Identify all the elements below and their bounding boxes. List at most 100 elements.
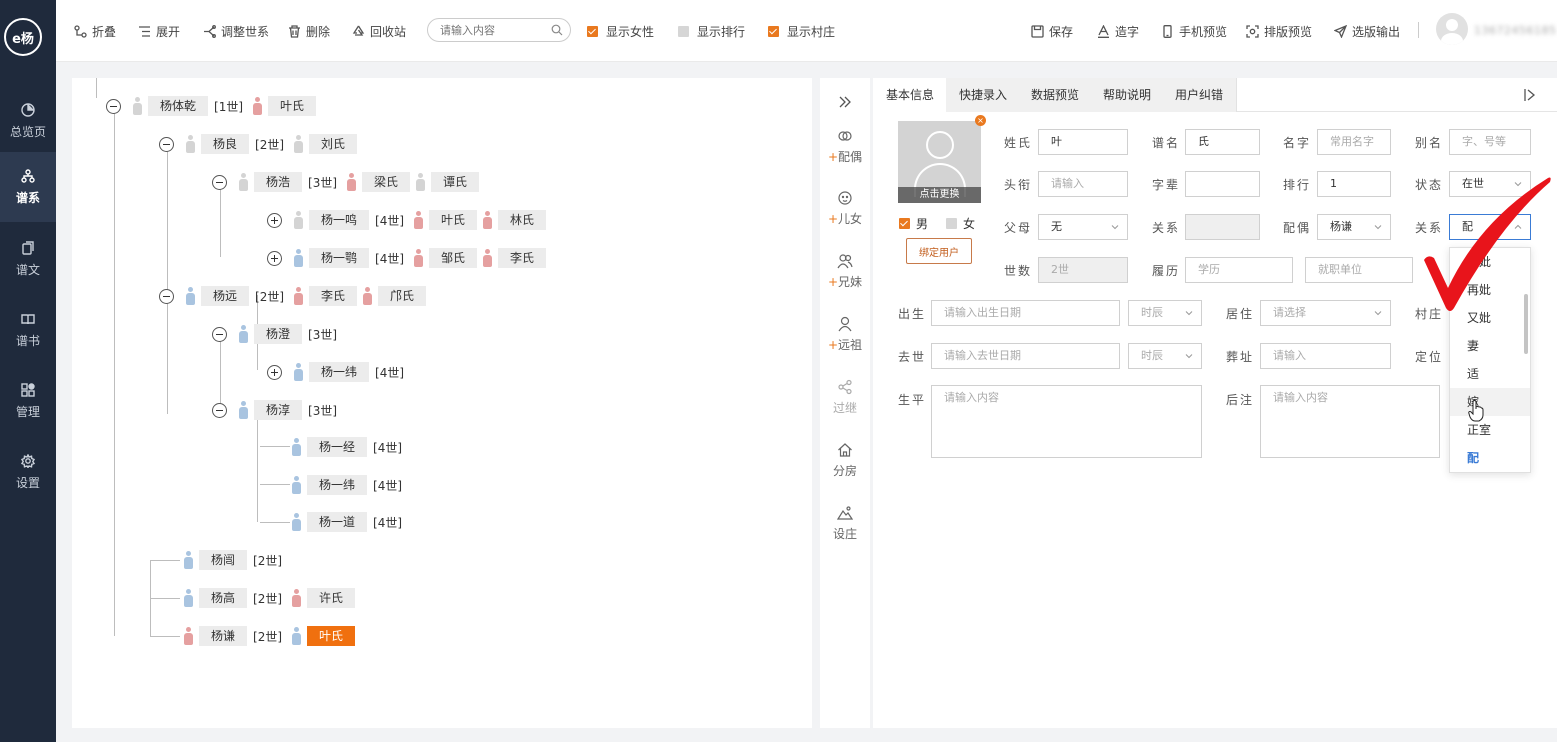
make-char-button[interactable]: 造字 [1097, 22, 1139, 40]
export-button[interactable]: 选版输出 [1334, 22, 1400, 40]
spouse-name[interactable]: 梁氏 [362, 172, 411, 192]
rank-input[interactable]: 1 [1317, 171, 1391, 197]
spouse-name-selected[interactable]: 叶氏 [307, 626, 356, 646]
person-name[interactable]: 杨一经 [307, 437, 368, 457]
tab-basic-info[interactable]: 基本信息 [873, 78, 949, 112]
female-radio[interactable]: 女 [946, 215, 975, 232]
spouse-name[interactable]: 许氏 [307, 588, 356, 608]
add-siblings-button[interactable]: +兄妹 [820, 253, 870, 290]
search-input[interactable] [427, 18, 571, 42]
mobile-preview-button[interactable]: 手机预览 [1161, 22, 1227, 40]
set-village-button[interactable]: 设庄 [820, 505, 870, 542]
burial-input[interactable]: 请输入 [1260, 343, 1391, 369]
spouse-name[interactable]: 李氏 [309, 286, 358, 306]
user-avatar[interactable] [1436, 13, 1468, 45]
collapse-icon[interactable] [159, 136, 174, 152]
life-textarea[interactable]: 请输入内容 [931, 385, 1202, 458]
expand-button[interactable]: 展开 [138, 22, 180, 40]
tab-quick-entry[interactable]: 快捷录入 [946, 78, 1022, 112]
title-input[interactable]: 请输入 [1038, 171, 1128, 197]
save-button[interactable]: 保存 [1031, 22, 1073, 40]
sidebar-item-settings[interactable]: 设置 [0, 437, 56, 507]
person-name[interactable]: 杨一鹗 [309, 248, 370, 268]
person-name[interactable]: 杨澄 [254, 324, 303, 344]
expand-icon[interactable] [267, 250, 282, 266]
remove-photo-icon[interactable]: × [975, 115, 986, 126]
note-textarea[interactable]: 请输入内容 [1260, 385, 1440, 458]
person-name[interactable]: 杨一道 [307, 512, 368, 532]
person-name[interactable]: 杨高 [199, 588, 248, 608]
sidebar-item-articles[interactable]: 谱文 [0, 224, 56, 294]
zibei-input[interactable] [1185, 171, 1260, 197]
dropdown-option[interactable]: 妻 [1450, 332, 1530, 360]
alias-input[interactable]: 字、号等 [1449, 129, 1531, 155]
collapse-panel-icon[interactable] [838, 96, 852, 108]
collapse-icon[interactable] [212, 402, 227, 418]
dropdown-option[interactable]: 适 [1450, 360, 1530, 388]
person-name[interactable]: 杨远 [201, 286, 250, 306]
sidebar-item-book[interactable]: 谱书 [0, 295, 56, 365]
death-date-input[interactable]: 请输入去世日期 [931, 343, 1120, 369]
add-ancestor-button[interactable]: +远祖 [820, 316, 870, 353]
dropdown-option[interactable]: 正室 [1450, 416, 1530, 444]
person-name[interactable]: 杨谦 [199, 626, 248, 646]
sidebar-item-lineage[interactable]: 谱系 [0, 152, 56, 222]
person-name[interactable]: 杨体乾 [148, 96, 209, 116]
recycle-bin-button[interactable]: 回收站 [352, 22, 406, 40]
spouse-name[interactable]: 刘氏 [309, 134, 358, 154]
person-name[interactable]: 杨淳 [254, 400, 303, 420]
sidebar-toggle-icon[interactable] [1523, 88, 1537, 102]
employer-input[interactable]: 就职单位 [1305, 257, 1413, 283]
show-female-checkbox[interactable]: 显示女性 [587, 23, 654, 40]
collapse-icon[interactable] [106, 98, 121, 114]
sidebar-item-manage[interactable]: 管理 [0, 366, 56, 436]
male-radio[interactable]: 男 [899, 215, 928, 232]
collapse-icon[interactable] [159, 288, 174, 304]
spouse-name[interactable]: 叶氏 [429, 210, 478, 230]
reside-select[interactable]: 请选择 [1260, 300, 1391, 326]
collapse-icon[interactable] [212, 326, 227, 342]
sidebar-item-overview[interactable]: 总览页 [0, 86, 56, 156]
person-name[interactable]: 杨一纬 [307, 475, 368, 495]
spouse-name[interactable]: 邝氏 [378, 286, 427, 306]
person-name[interactable]: 杨闿 [199, 550, 248, 570]
change-photo-button[interactable]: 点击更换 [898, 187, 981, 203]
spouse-select[interactable]: 杨谦 [1317, 214, 1391, 240]
show-rank-checkbox[interactable]: 显示排行 [678, 23, 745, 40]
tab-data-preview[interactable]: 数据预览 [1018, 78, 1094, 112]
tab-user-correction[interactable]: 用户纠错 [1162, 78, 1238, 112]
adopt-button[interactable]: 过继 [820, 379, 870, 416]
bind-user-button[interactable]: 绑定用户 [906, 238, 972, 264]
person-name[interactable]: 杨浩 [254, 172, 303, 192]
collapse-icon[interactable] [212, 174, 227, 190]
tab-help[interactable]: 帮助说明 [1090, 78, 1166, 112]
dropdown-option-hovered[interactable]: 嫁 [1450, 388, 1530, 416]
add-children-button[interactable]: +儿女 [820, 190, 870, 227]
parent-select[interactable]: 无 [1038, 214, 1128, 240]
dropdown-option-selected[interactable]: 配 [1450, 444, 1530, 472]
pu-name-input[interactable]: 氏 [1185, 129, 1260, 155]
surname-input[interactable]: 叶 [1038, 129, 1128, 155]
spouse-name[interactable]: 林氏 [498, 210, 547, 230]
show-village-checkbox[interactable]: 显示村庄 [768, 23, 835, 40]
person-name[interactable]: 杨良 [201, 134, 250, 154]
search-icon[interactable] [551, 24, 563, 36]
birth-time-select[interactable]: 时辰 [1128, 300, 1202, 326]
expand-icon[interactable] [267, 364, 282, 380]
delete-button[interactable]: 删除 [288, 22, 330, 40]
spouse-name[interactable]: 谭氏 [431, 172, 480, 192]
adjust-lineage-button[interactable]: 调整世系 [203, 22, 269, 40]
education-input[interactable]: 学历 [1185, 257, 1293, 283]
spouse-name[interactable]: 邹氏 [429, 248, 478, 268]
birth-date-input[interactable]: 请输入出生日期 [931, 300, 1120, 326]
branch-house-button[interactable]: 分房 [820, 442, 870, 479]
layout-preview-button[interactable]: 排版预览 [1246, 22, 1312, 40]
spouse-name[interactable]: 李氏 [498, 248, 547, 268]
death-time-select[interactable]: 时辰 [1128, 343, 1202, 369]
person-name[interactable]: 杨一纬 [309, 362, 370, 382]
expand-icon[interactable] [267, 212, 282, 228]
name-input[interactable]: 常用名字 [1317, 129, 1391, 155]
add-spouse-button[interactable]: +配偶 [820, 128, 870, 165]
spouse-name[interactable]: 叶氏 [268, 96, 317, 116]
app-logo[interactable]: e杨 [4, 18, 42, 56]
